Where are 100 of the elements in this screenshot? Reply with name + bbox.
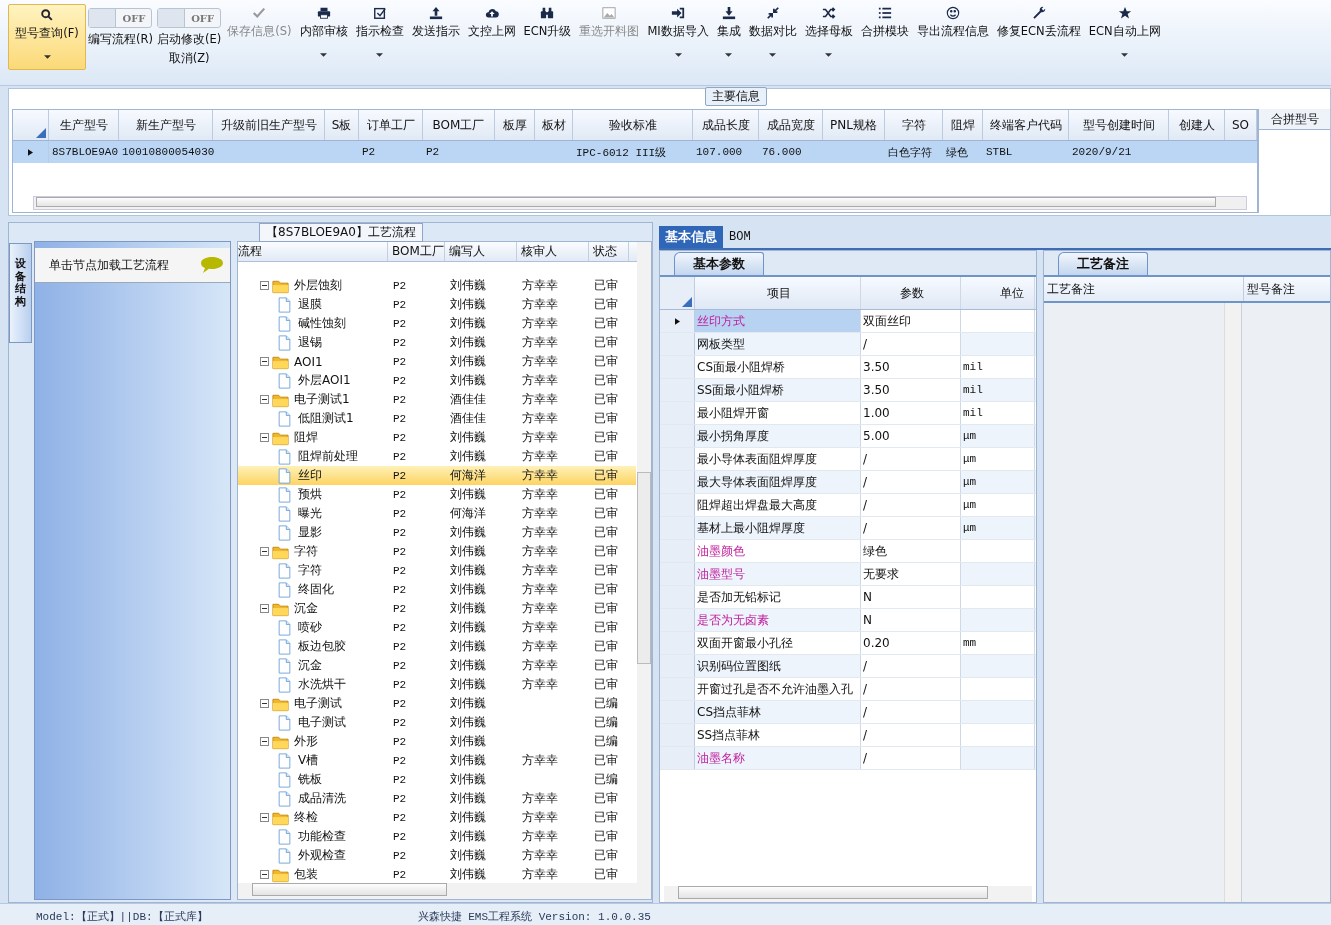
column-header[interactable]: 参数 bbox=[861, 277, 961, 309]
tree-row[interactable]: 外形 P2 刘伟巍 已编 bbox=[238, 732, 636, 751]
table-row[interactable]: 双面开窗最小孔径 0.20 mm bbox=[660, 632, 1036, 655]
side-tab[interactable]: 设备结构 bbox=[9, 243, 32, 343]
column-header[interactable]: 合拼型号 bbox=[1259, 109, 1330, 130]
column-header[interactable]: 板材 bbox=[535, 110, 573, 140]
column-header[interactable]: 阻焊 bbox=[943, 110, 983, 140]
column-header[interactable]: 升级前旧生产型号 bbox=[213, 110, 325, 140]
toolbar-button[interactable]: 集成 bbox=[712, 4, 745, 70]
table-row[interactable]: 是否加无铅标记 N bbox=[660, 586, 1036, 609]
toolbar-button[interactable]: 发送指示 bbox=[407, 4, 464, 70]
tree-row[interactable]: 外层蚀刻 P2 刘伟巍 方幸幸 已审 bbox=[238, 276, 636, 295]
column-header[interactable]: 型号创建时间 bbox=[1069, 110, 1169, 140]
table-row[interactable]: 最小导体表面阻焊厚度 / μm bbox=[660, 448, 1036, 471]
column-header[interactable]: 工艺备注 bbox=[1044, 277, 1244, 301]
toolbar-button[interactable]: 数据对比 bbox=[744, 4, 801, 70]
toolbar-button[interactable]: 选择母板 bbox=[800, 4, 857, 70]
tree-row[interactable]: 外层AOI1 P2 刘伟巍 方幸幸 已审 bbox=[238, 371, 636, 390]
column-header[interactable]: 新生产型号 bbox=[119, 110, 213, 140]
scrollbar-thumb[interactable] bbox=[678, 886, 988, 899]
tree-row[interactable]: 沉金 P2 刘伟巍 方幸幸 已审 bbox=[238, 656, 636, 675]
column-header[interactable]: 流程 bbox=[238, 242, 388, 261]
table-row[interactable]: 丝印方式 双面丝印 bbox=[660, 310, 1036, 333]
tree-row[interactable]: V槽 P2 刘伟巍 方幸幸 已审 bbox=[238, 751, 636, 770]
tree-row[interactable]: 碱性蚀刻 P2 刘伟巍 方幸幸 已审 bbox=[238, 314, 636, 333]
toolbar-button[interactable]: 修复ECN丢流程 bbox=[992, 4, 1085, 70]
collapse-icon[interactable] bbox=[260, 737, 269, 746]
toolbar-button[interactable]: 文控上网 bbox=[463, 4, 520, 70]
tree-row[interactable]: 曝光 P2 何海洋 方幸幸 已审 bbox=[238, 504, 636, 523]
toolbar-button[interactable]: 合拼模块 bbox=[856, 4, 913, 70]
table-row[interactable]: 阻焊超出焊盘最大高度 / μm bbox=[660, 494, 1036, 517]
column-header[interactable]: 验收标准 bbox=[573, 110, 693, 140]
tree-row[interactable]: 预烘 P2 刘伟巍 方幸幸 已审 bbox=[238, 485, 636, 504]
table-row[interactable]: CS挡点菲林 / bbox=[660, 701, 1036, 724]
collapse-icon[interactable] bbox=[260, 547, 269, 556]
tree-row[interactable]: 铣板 P2 刘伟巍 已编 bbox=[238, 770, 636, 789]
collapse-icon[interactable] bbox=[260, 699, 269, 708]
toolbar-button[interactable]: 内部审核 bbox=[295, 4, 352, 70]
table-row[interactable]: 网板类型 / bbox=[660, 333, 1036, 356]
tree-row[interactable]: 沉金 P2 刘伟巍 方幸幸 已审 bbox=[238, 599, 636, 618]
tree-row[interactable]: 功能检查 P2 刘伟巍 方幸幸 已审 bbox=[238, 827, 636, 846]
column-header[interactable]: 板厚 bbox=[495, 110, 535, 140]
toolbar-button[interactable]: 导出流程信息 bbox=[912, 4, 993, 70]
tree-row[interactable]: 成品清洗 P2 刘伟巍 方幸幸 已审 bbox=[238, 789, 636, 808]
tree-row[interactable]: 退锡 P2 刘伟巍 方幸幸 已审 bbox=[238, 333, 636, 352]
column-header[interactable]: BOM工厂 bbox=[388, 242, 445, 261]
cancel-label[interactable]: 取消(Z) bbox=[168, 51, 210, 66]
toolbar-button[interactable]: 型号查询(F) bbox=[8, 4, 86, 70]
table-row[interactable]: SS挡点菲林 / bbox=[660, 724, 1036, 747]
table-row[interactable]: 开窗过孔是否不允许油墨入孔 / bbox=[660, 678, 1036, 701]
column-header[interactable]: 单位 bbox=[961, 277, 1035, 309]
tab[interactable]: 基本参数 bbox=[674, 252, 764, 275]
tree-row[interactable]: 丝印 P2 何海洋 方幸幸 已审 bbox=[238, 466, 636, 485]
tree-row[interactable]: 电子测试 P2 刘伟巍 已编 bbox=[238, 713, 636, 732]
collapse-icon[interactable] bbox=[260, 604, 269, 613]
tab[interactable]: BOM bbox=[723, 226, 757, 248]
table-row[interactable]: 油墨颜色 绿色 bbox=[660, 540, 1036, 563]
table-row[interactable]: 最小拐角厚度 5.00 μm bbox=[660, 425, 1036, 448]
tree-row[interactable]: 板边包胶 P2 刘伟巍 方幸幸 已审 bbox=[238, 637, 636, 656]
tree-row[interactable]: 包装 P2 刘伟巍 方幸幸 已审 bbox=[238, 865, 636, 884]
tree-row[interactable]: AOI1 P2 刘伟巍 方幸幸 已审 bbox=[238, 352, 636, 371]
collapse-icon[interactable] bbox=[260, 357, 269, 366]
toggle-switch[interactable]: OFF bbox=[88, 8, 153, 28]
tab[interactable]: 工艺备注 bbox=[1058, 252, 1148, 275]
column-header[interactable]: 项目 bbox=[695, 277, 861, 309]
tab[interactable]: 基本信息 bbox=[659, 226, 723, 248]
column-header[interactable]: 编写人 bbox=[445, 242, 517, 261]
column-header[interactable]: S板 bbox=[325, 110, 359, 140]
table-row[interactable]: 是否为无卤素 N bbox=[660, 609, 1036, 632]
column-header[interactable]: 终端客户代码 bbox=[983, 110, 1069, 140]
tree-row[interactable]: 阻焊 P2 刘伟巍 方幸幸 已审 bbox=[238, 428, 636, 447]
toolbar-button[interactable]: ECN自动上网 bbox=[1084, 4, 1165, 70]
tree-row[interactable]: 终固化 P2 刘伟巍 方幸幸 已审 bbox=[238, 580, 636, 599]
toolbar-button[interactable]: MI数据导入 bbox=[643, 4, 713, 70]
table-row[interactable]: 8S7BLOE9A0 10010800054030 P2 P2 IPC-6012 III级 107.000 76.000 白色字符 绿色 STBL 2020/9/21 bbox=[13, 141, 1257, 163]
toolbar-button[interactable]: ECN升级 bbox=[519, 4, 576, 70]
collapse-icon[interactable] bbox=[260, 433, 269, 442]
column-header[interactable]: 成品长度 bbox=[693, 110, 759, 140]
column-header[interactable]: 生产型号 bbox=[49, 110, 119, 140]
collapse-icon[interactable] bbox=[260, 870, 269, 879]
tree-row[interactable]: 退膜 P2 刘伟巍 方幸幸 已审 bbox=[238, 295, 636, 314]
toolbar-button[interactable]: 指示检查 bbox=[351, 4, 408, 70]
scrollbar-thumb[interactable] bbox=[252, 883, 447, 896]
tree-row[interactable]: 字符 P2 刘伟巍 方幸幸 已审 bbox=[238, 561, 636, 580]
column-header[interactable]: PNL规格 bbox=[823, 110, 885, 140]
column-header[interactable]: SO bbox=[1225, 110, 1257, 140]
collapse-icon[interactable] bbox=[260, 813, 269, 822]
scrollbar-thumb[interactable] bbox=[36, 197, 1216, 207]
column-header[interactable]: 成品宽度 bbox=[759, 110, 823, 140]
tree-row[interactable]: 喷砂 P2 刘伟巍 方幸幸 已审 bbox=[238, 618, 636, 637]
table-row[interactable]: 识别码位置图纸 / bbox=[660, 655, 1036, 678]
collapse-icon[interactable] bbox=[260, 281, 269, 290]
table-row[interactable]: CS面最小阻焊桥 3.50 mil bbox=[660, 356, 1036, 379]
tree-row[interactable]: 阻焊前处理 P2 刘伟巍 方幸幸 已审 bbox=[238, 447, 636, 466]
table-row[interactable]: 基材上最小阻焊厚度 / μm bbox=[660, 517, 1036, 540]
table-row[interactable]: 油墨型号 无要求 bbox=[660, 563, 1036, 586]
toggle-switch[interactable]: OFF bbox=[157, 8, 222, 28]
table-row[interactable]: 油墨名称 / bbox=[660, 747, 1036, 770]
column-header[interactable]: 型号备注 bbox=[1244, 277, 1295, 301]
tree-row[interactable]: 电子测试1 P2 酒佳佳 方幸幸 已审 bbox=[238, 390, 636, 409]
